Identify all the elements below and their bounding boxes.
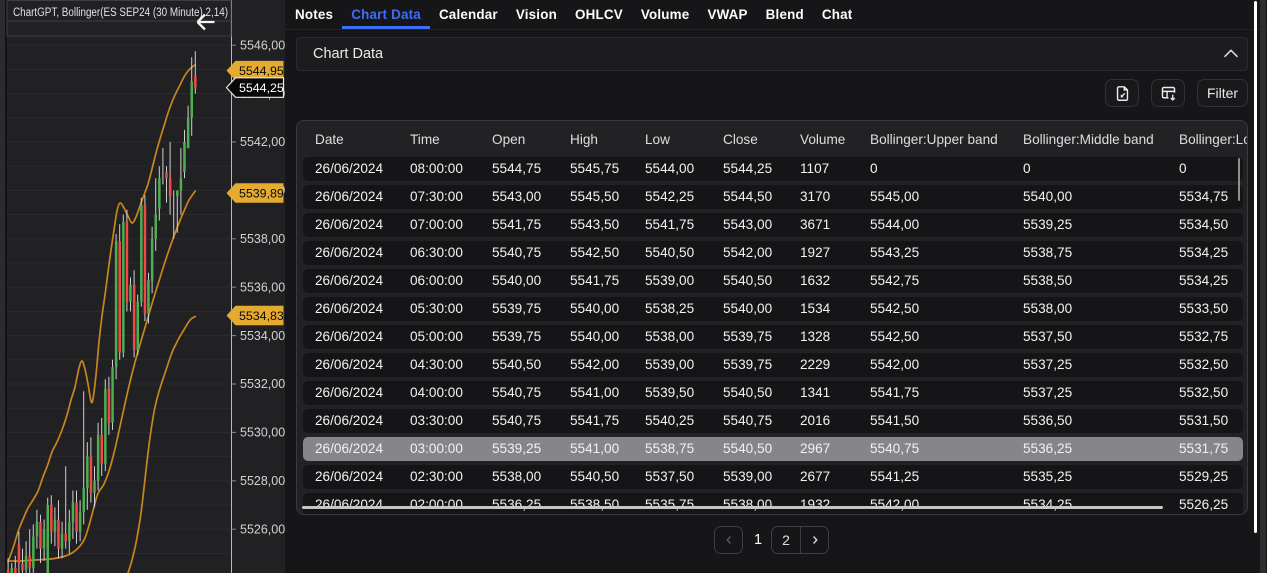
svg-text:5542,00: 5542,00 — [240, 135, 285, 149]
svg-text:5528,00: 5528,00 — [240, 474, 285, 488]
svg-text:5526,00: 5526,00 — [240, 522, 285, 536]
svg-text:5530,00: 5530,00 — [240, 426, 285, 440]
svg-text:5539,89: 5539,89 — [239, 187, 284, 201]
svg-text:5532,00: 5532,00 — [240, 377, 285, 391]
svg-text:5534,83: 5534,83 — [239, 309, 284, 323]
svg-text:5546,00: 5546,00 — [240, 38, 285, 52]
svg-text:5544,95: 5544,95 — [239, 64, 284, 78]
svg-text:5534,00: 5534,00 — [240, 329, 285, 343]
svg-text:5538,00: 5538,00 — [240, 232, 285, 246]
svg-text:ChartGPT, Bollinger(ES SEP24 (: ChartGPT, Bollinger(ES SEP24 (30 Minute)… — [13, 7, 228, 19]
svg-text:5536,00: 5536,00 — [240, 280, 285, 294]
svg-text:5544,25: 5544,25 — [239, 81, 284, 95]
